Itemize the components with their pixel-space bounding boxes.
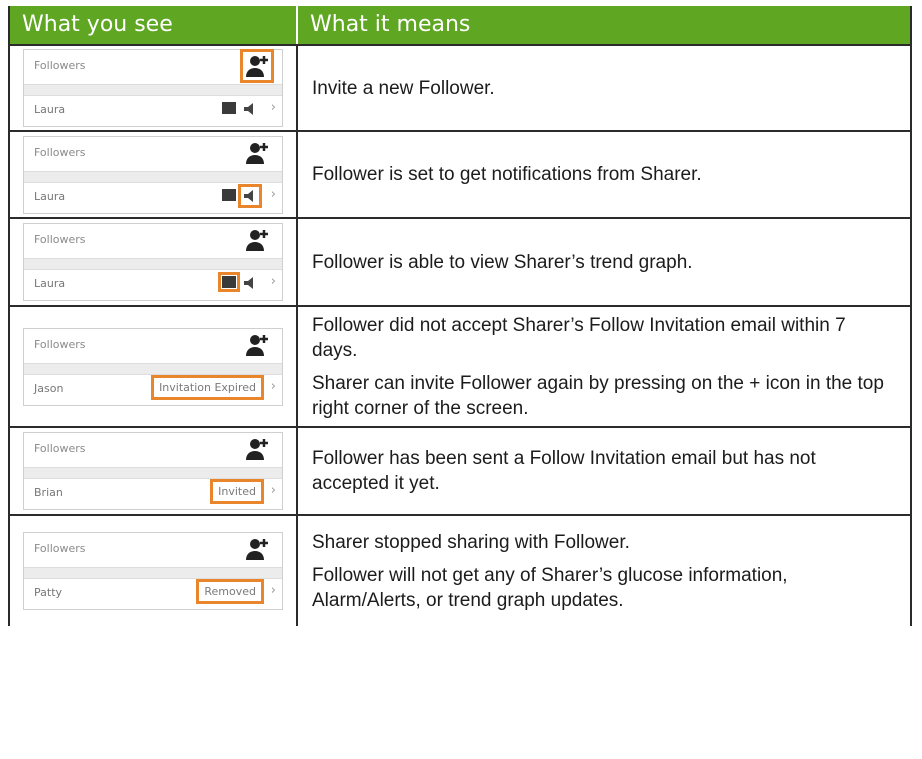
chevron-right-icon: › bbox=[270, 483, 276, 498]
speaker-icon bbox=[242, 275, 258, 291]
trend-graph-icon bbox=[222, 102, 236, 114]
chevron-right-icon: › bbox=[270, 274, 276, 289]
status-badge: Invitation Expired bbox=[151, 374, 264, 400]
follower-name: Patty bbox=[34, 586, 63, 599]
header-what-you-see: What you see bbox=[22, 12, 173, 37]
chevron-right-icon: › bbox=[270, 186, 276, 202]
add-person-icon bbox=[240, 49, 274, 83]
add-person-icon bbox=[244, 227, 270, 253]
follower-name: Laura bbox=[34, 189, 66, 203]
followers-title: Followers bbox=[34, 337, 86, 351]
row-description: Follower is able to view Sharer’s trend … bbox=[312, 251, 693, 273]
trend-graph-icon bbox=[222, 188, 236, 201]
add-person-icon bbox=[244, 536, 270, 562]
chevron-right-icon: › bbox=[270, 100, 276, 115]
follower-name: Laura bbox=[34, 103, 66, 116]
table-row: Followers Laura › Follower is set to get… bbox=[10, 130, 910, 217]
followers-screen-mock: Followers Brian Invited › bbox=[23, 432, 283, 510]
followers-title: Followers bbox=[34, 442, 86, 455]
row-description: Follower did not accept Sharer’s Follow … bbox=[312, 314, 846, 361]
table-row: Followers Jason Invitation Expired › Fol… bbox=[10, 305, 910, 426]
add-person-icon bbox=[244, 332, 270, 358]
table-row: Followers Laura › Invite a new Follower. bbox=[10, 44, 910, 130]
followers-screen-mock: Followers Jason Invitation Expired › bbox=[23, 327, 283, 406]
status-badge: Removed bbox=[196, 579, 264, 604]
legend-table: What you see What it means Followers Lau… bbox=[8, 6, 912, 626]
followers-screen-mock: Followers Laura › bbox=[23, 135, 283, 214]
table-row: Followers Brian Invited › Follower has b… bbox=[10, 426, 910, 514]
followers-title: Followers bbox=[34, 542, 86, 555]
row-description: Follower has been sent a Follow Invitati… bbox=[312, 448, 816, 494]
followers-title: Followers bbox=[34, 233, 86, 246]
chevron-right-icon: › bbox=[270, 583, 276, 598]
followers-screen-mock: Followers Patty Removed › bbox=[23, 532, 283, 610]
row-description: Sharer stopped sharing with Follower. bbox=[312, 531, 630, 553]
table-header: What you see What it means bbox=[10, 6, 910, 44]
follower-name: Brian bbox=[34, 486, 63, 499]
add-person-icon bbox=[244, 436, 270, 462]
table-row: Followers Patty Removed › Sharer stopped… bbox=[10, 514, 910, 626]
chevron-right-icon: › bbox=[270, 378, 276, 394]
followers-screen-mock: Followers Laura › bbox=[23, 49, 283, 127]
follower-name: Jason bbox=[34, 381, 64, 395]
row-description: Follower will not get any of Sharer’s gl… bbox=[312, 564, 788, 611]
followers-screen-mock: Followers Laura › bbox=[23, 223, 283, 301]
speaker-icon bbox=[242, 101, 258, 117]
follower-name: Laura bbox=[34, 277, 66, 290]
row-description: Sharer can invite Follower again by pres… bbox=[312, 372, 884, 419]
table-row: Followers Laura › Follower is able to vi… bbox=[10, 217, 910, 305]
status-badge: Invited bbox=[210, 479, 264, 504]
row-description: Invite a new Follower. bbox=[312, 77, 495, 99]
trend-graph-icon bbox=[218, 272, 240, 292]
add-person-icon bbox=[244, 140, 270, 166]
speaker-icon bbox=[238, 183, 262, 208]
header-what-it-means: What it means bbox=[310, 12, 471, 37]
followers-title: Followers bbox=[34, 145, 86, 159]
row-description: Follower is set to get notifications fro… bbox=[312, 164, 702, 185]
followers-title: Followers bbox=[34, 59, 86, 72]
